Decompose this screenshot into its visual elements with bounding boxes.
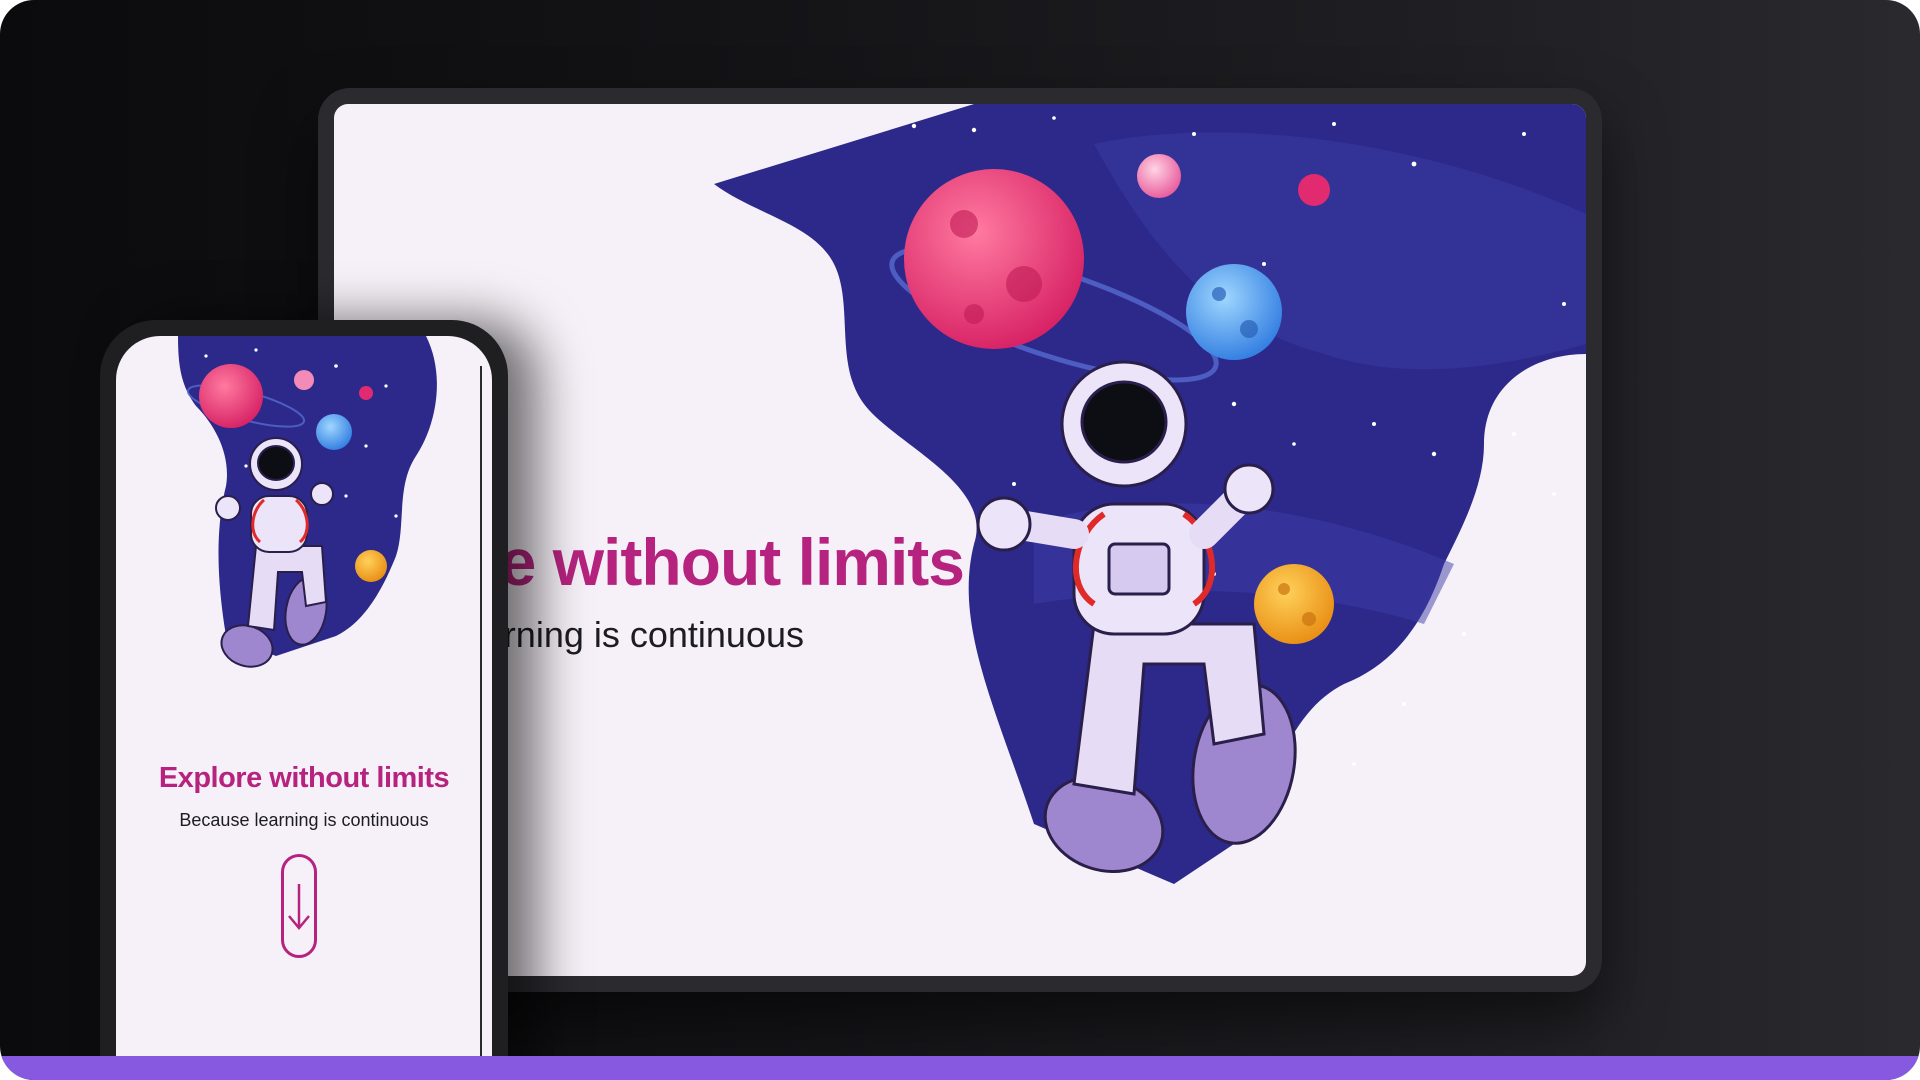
arrow-down-icon (288, 884, 310, 930)
mobile-hero-title: Explore without limits (158, 762, 450, 794)
device-mockup-stage: ore without limits earning is continuous (0, 0, 1920, 1080)
mobile-hero-subtitle: Because learning is continuous (179, 810, 429, 830)
phone-frame: Explore without limits Because learning … (100, 320, 508, 1080)
tablet-screen: ore without limits earning is continuous (334, 104, 1586, 976)
phone-screen: Explore without limits Because learning … (116, 336, 492, 1080)
bottom-accent-bar (0, 1056, 1920, 1080)
scroll-down-button[interactable] (281, 854, 317, 958)
tablet-frame: ore without limits earning is continuous (318, 88, 1602, 992)
scrollbar[interactable] (480, 366, 482, 1066)
astronaut-space-illustration-mobile (178, 336, 437, 668)
